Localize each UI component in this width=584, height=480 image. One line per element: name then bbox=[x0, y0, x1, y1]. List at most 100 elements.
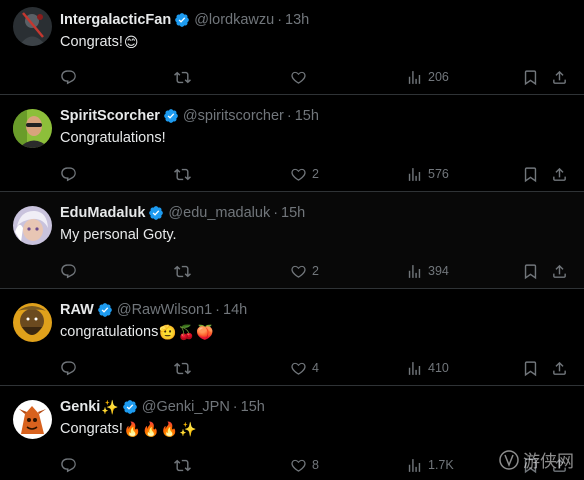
tweet[interactable]: Genki ✨ @Genki_JPN · 15h Congrats! 🔥 🔥 🔥… bbox=[0, 386, 584, 480]
smiling-face-emoji: 😊 bbox=[123, 34, 139, 50]
verified-badge-icon bbox=[164, 109, 178, 123]
timestamp[interactable]: 15h bbox=[281, 205, 305, 221]
sparkles-emoji: ✨ bbox=[179, 421, 197, 437]
action-bar: 8 1.7K bbox=[0, 455, 584, 475]
bookmark-button[interactable] bbox=[522, 164, 539, 184]
bookmark-button[interactable] bbox=[522, 358, 539, 378]
like-count: 8 bbox=[312, 458, 319, 472]
saluting-face-emoji: 🫡 bbox=[159, 324, 177, 340]
cherries-emoji: 🍒 bbox=[177, 324, 196, 340]
view-count: 394 bbox=[428, 264, 449, 278]
share-button[interactable] bbox=[551, 358, 568, 378]
analytics-icon bbox=[408, 167, 421, 181]
tweet-text: Congrats! 😊 bbox=[60, 34, 138, 50]
action-bar: 2 394 bbox=[0, 261, 584, 281]
like-button[interactable]: 8 bbox=[290, 455, 319, 475]
repost-button[interactable] bbox=[174, 358, 191, 378]
tweet-header: EduMadaluk @edu_madaluk · 15h bbox=[60, 203, 305, 223]
peach-emoji: 🍑 bbox=[196, 324, 214, 340]
handle[interactable]: @spiritscorcher bbox=[183, 108, 284, 124]
views-button[interactable]: 410 bbox=[406, 358, 449, 378]
tweet-text: Congrats! 🔥 🔥 🔥 ✨ bbox=[60, 421, 197, 437]
bookmark-button[interactable] bbox=[522, 67, 539, 87]
like-button[interactable]: 2 bbox=[290, 164, 319, 184]
tweet[interactable]: IntergalacticFan @lordkawzu · 13h Congra… bbox=[0, 0, 584, 95]
repost-button[interactable] bbox=[174, 164, 191, 184]
views-button[interactable]: 576 bbox=[406, 164, 449, 184]
timestamp[interactable]: 15h bbox=[241, 399, 265, 415]
watermark: 游侠网 bbox=[498, 447, 574, 472]
share-icon bbox=[553, 70, 566, 84]
display-name[interactable]: IntergalacticFan bbox=[60, 12, 171, 28]
tweet-text-body: Congrats! bbox=[60, 34, 123, 50]
share-button[interactable] bbox=[551, 164, 568, 184]
views-button[interactable]: 394 bbox=[406, 261, 449, 281]
bookmark-icon bbox=[524, 166, 537, 182]
views-button[interactable]: 206 bbox=[406, 67, 449, 87]
display-name[interactable]: RAW bbox=[60, 302, 94, 318]
timestamp[interactable]: 13h bbox=[285, 12, 309, 28]
timestamp[interactable]: 15h bbox=[295, 108, 319, 124]
reply-button[interactable] bbox=[60, 164, 77, 184]
avatar[interactable] bbox=[13, 109, 52, 148]
view-count: 576 bbox=[428, 167, 449, 181]
share-button[interactable] bbox=[551, 67, 568, 87]
reply-button[interactable] bbox=[60, 455, 77, 475]
tweet-text: Congratulations! bbox=[60, 130, 166, 146]
handle[interactable]: @lordkawzu bbox=[194, 12, 274, 28]
reply-icon bbox=[61, 457, 76, 472]
handle[interactable]: @edu_madaluk bbox=[168, 205, 270, 221]
share-button[interactable] bbox=[551, 261, 568, 281]
like-count: 2 bbox=[312, 264, 319, 278]
tweet-header: RAW @RawWilson1 · 14h bbox=[60, 300, 247, 320]
like-button[interactable]: 2 bbox=[290, 261, 319, 281]
display-name[interactable]: Genki bbox=[60, 399, 100, 415]
handle[interactable]: @RawWilson1 bbox=[117, 302, 212, 318]
repost-icon bbox=[174, 265, 191, 277]
heart-icon bbox=[291, 168, 306, 181]
repost-icon bbox=[174, 459, 191, 471]
repost-button[interactable] bbox=[174, 455, 191, 475]
view-count: 410 bbox=[428, 361, 449, 375]
like-button[interactable]: 4 bbox=[290, 358, 319, 378]
tweet[interactable]: RAW @RawWilson1 · 14h congratulations 🫡 … bbox=[0, 289, 584, 386]
like-button[interactable] bbox=[290, 67, 312, 87]
avatar[interactable] bbox=[13, 400, 52, 439]
reply-button[interactable] bbox=[60, 261, 77, 281]
timestamp[interactable]: 14h bbox=[223, 302, 247, 318]
repost-icon bbox=[174, 168, 191, 180]
views-button[interactable]: 1.7K bbox=[406, 455, 454, 475]
separator: · bbox=[232, 399, 238, 415]
analytics-icon bbox=[408, 264, 421, 278]
share-icon bbox=[553, 361, 566, 375]
handle[interactable]: @Genki_JPN bbox=[142, 399, 230, 415]
avatar[interactable] bbox=[13, 7, 52, 46]
repost-button[interactable] bbox=[174, 67, 191, 87]
repost-button[interactable] bbox=[174, 261, 191, 281]
action-bar: 206 bbox=[0, 67, 584, 87]
avatar[interactable] bbox=[13, 303, 52, 342]
view-count: 206 bbox=[428, 70, 449, 84]
heart-icon bbox=[291, 362, 306, 375]
tweet-header: IntergalacticFan @lordkawzu · 13h bbox=[60, 10, 309, 30]
verified-badge-icon bbox=[122, 400, 137, 414]
verified-badge-icon bbox=[98, 303, 112, 317]
separator: · bbox=[277, 12, 283, 28]
bookmark-icon bbox=[524, 360, 537, 376]
reply-button[interactable] bbox=[60, 67, 77, 87]
display-name[interactable]: EduMadaluk bbox=[60, 205, 145, 221]
action-bar: 4 410 bbox=[0, 358, 584, 378]
reply-button[interactable] bbox=[60, 358, 77, 378]
repost-icon bbox=[174, 362, 191, 374]
avatar[interactable] bbox=[13, 206, 52, 245]
fire-emoji: 🔥 bbox=[160, 421, 179, 437]
tweet[interactable]: EduMadaluk @edu_madaluk · 15h My persona… bbox=[0, 192, 584, 289]
bookmark-button[interactable] bbox=[522, 261, 539, 281]
tweet-text-body: Congratulations! bbox=[60, 130, 166, 146]
action-bar: 2 576 bbox=[0, 164, 584, 184]
tweet[interactable]: SpiritScorcher @spiritscorcher · 15h Con… bbox=[0, 95, 584, 192]
separator: · bbox=[215, 302, 220, 318]
separator: · bbox=[273, 205, 279, 221]
tweet-text: congratulations 🫡 🍒 🍑 bbox=[60, 324, 214, 340]
display-name[interactable]: SpiritScorcher bbox=[60, 108, 160, 124]
